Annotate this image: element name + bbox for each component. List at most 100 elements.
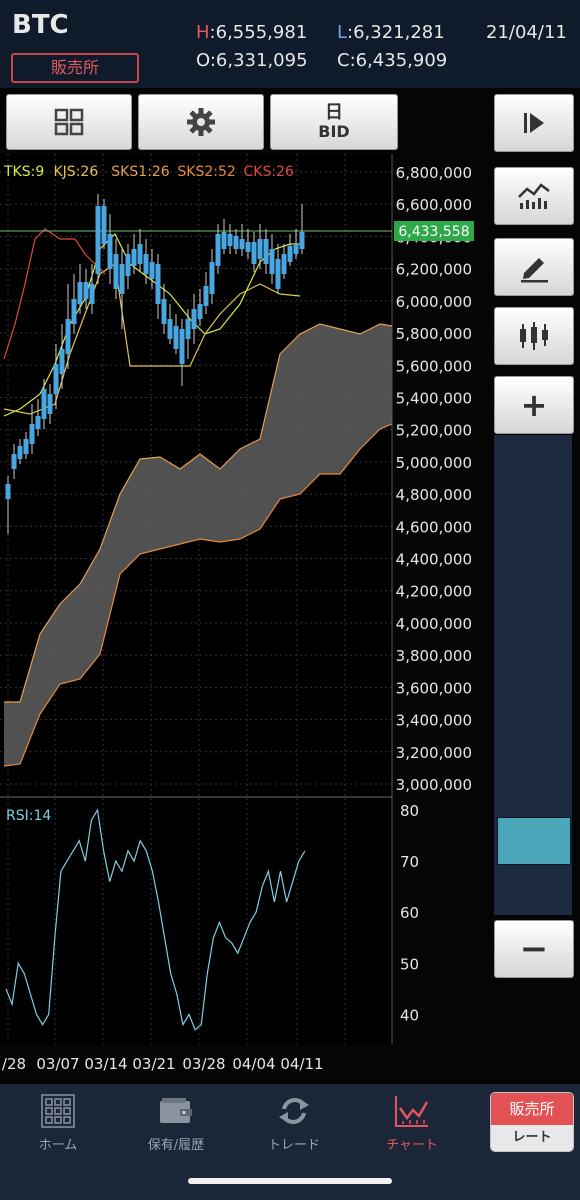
candle-body bbox=[257, 239, 263, 259]
candle-body bbox=[251, 242, 257, 264]
chart-area[interactable]: 6,800,0006,600,0006,400,0006,200,0006,00… bbox=[0, 154, 480, 1084]
period-button[interactable]: 日 BID bbox=[270, 94, 398, 150]
price-tick-label: 3,600,000 bbox=[396, 679, 472, 697]
price-tick-label: 4,400,000 bbox=[396, 551, 472, 569]
indicator-button[interactable] bbox=[494, 167, 574, 225]
nav-trade[interactable]: トレード bbox=[244, 1094, 344, 1153]
price-tick-label: 4,600,000 bbox=[396, 518, 472, 536]
side-panel: + − bbox=[486, 90, 574, 1085]
nav-chart[interactable]: チャート bbox=[362, 1094, 462, 1153]
candle-body bbox=[47, 394, 53, 414]
close-price: C:6,435,909 bbox=[337, 50, 448, 71]
candle-body bbox=[65, 319, 71, 354]
candle-body bbox=[131, 249, 137, 266]
candle-body bbox=[59, 349, 65, 374]
trade-arrows-icon bbox=[279, 1098, 309, 1124]
candle-body bbox=[95, 206, 101, 274]
candle-body bbox=[125, 254, 131, 276]
candle-body bbox=[239, 239, 245, 249]
candle-body bbox=[269, 249, 275, 274]
price-tick-label: 4,000,000 bbox=[396, 615, 472, 633]
date-tick-label: 04/11 bbox=[280, 1055, 323, 1073]
candle-body bbox=[23, 439, 29, 454]
date-label: 21/04/11 bbox=[486, 22, 567, 43]
price-tick-label: 4,200,000 bbox=[396, 583, 472, 601]
date-tick-label: 04/04 bbox=[232, 1055, 275, 1073]
candle-body bbox=[227, 234, 233, 246]
rsi-chart-bg bbox=[0, 798, 392, 1044]
gear-icon bbox=[187, 108, 215, 136]
candle-body bbox=[137, 244, 143, 264]
price-type-label: BID bbox=[318, 122, 350, 141]
price-tick-label: 5,400,000 bbox=[396, 389, 472, 407]
candle-type-button[interactable] bbox=[494, 307, 574, 365]
indicator-param-label: TKS:9 bbox=[3, 164, 44, 180]
price-tick-label: 5,000,000 bbox=[396, 454, 472, 472]
candle-body bbox=[161, 299, 167, 324]
nav-home[interactable]: ホーム bbox=[8, 1094, 108, 1153]
candle-body bbox=[293, 244, 299, 254]
price-tick-label: 6,800,000 bbox=[396, 164, 472, 182]
date-tick-label: 03/28 bbox=[182, 1055, 225, 1073]
pencil-icon bbox=[521, 258, 548, 283]
candle-body bbox=[287, 246, 293, 262]
candle-body bbox=[101, 206, 107, 244]
date-tick-label: 03/21 bbox=[132, 1055, 175, 1073]
rate-button-top: 販売所 bbox=[491, 1093, 573, 1125]
candle-body bbox=[173, 326, 179, 349]
price-tick-label: 3,200,000 bbox=[396, 744, 472, 762]
candle-body bbox=[167, 319, 173, 339]
rate-button[interactable]: 販売所 レート bbox=[490, 1092, 574, 1152]
date-tick-label: /28 bbox=[2, 1055, 26, 1073]
price-tick-label: 4,800,000 bbox=[396, 486, 472, 504]
draw-button[interactable] bbox=[494, 238, 574, 296]
chart-icon bbox=[395, 1096, 429, 1127]
zoom-slider[interactable] bbox=[494, 435, 572, 915]
indicator-param-label: KJS:26 bbox=[54, 164, 99, 180]
home-indicator bbox=[188, 1178, 392, 1184]
candle-body bbox=[107, 234, 113, 269]
candle-body bbox=[215, 234, 221, 266]
zoom-in-button[interactable]: + bbox=[494, 376, 574, 434]
candle-body bbox=[71, 299, 77, 324]
rate-button-bottom: レート bbox=[491, 1125, 573, 1151]
layout-button[interactable] bbox=[6, 94, 132, 150]
price-tick-label: 6,000,000 bbox=[396, 293, 472, 311]
candle-body bbox=[35, 416, 41, 429]
play-next-button[interactable] bbox=[494, 94, 574, 152]
market-badge[interactable]: 販売所 bbox=[11, 53, 139, 83]
price-tick-label: 6,200,000 bbox=[396, 261, 472, 279]
candle-body bbox=[11, 454, 17, 469]
price-tick-label: 3,400,000 bbox=[396, 712, 472, 730]
date-tick-label: 03/07 bbox=[36, 1055, 79, 1073]
low-label: L bbox=[337, 22, 348, 43]
nav-holdings[interactable]: 保有/履歴 bbox=[126, 1094, 226, 1153]
high-label: H bbox=[196, 22, 210, 43]
home-grid-icon bbox=[41, 1094, 75, 1128]
nav-trade-label: トレード bbox=[267, 1138, 320, 1153]
current-price-label: 6,433,558 bbox=[398, 224, 469, 240]
indicator-param-label: SKS2:52 bbox=[177, 164, 235, 180]
candle-body bbox=[77, 282, 83, 304]
candle-body bbox=[197, 304, 203, 319]
zoom-slider-thumb[interactable] bbox=[497, 817, 571, 865]
candle-body bbox=[17, 446, 23, 459]
nav-holdings-label: 保有/履歴 bbox=[147, 1138, 205, 1153]
price-tick-label: 5,200,000 bbox=[396, 422, 472, 440]
price-tick-label: 3,000,000 bbox=[396, 776, 472, 794]
candle-body bbox=[149, 262, 155, 279]
candle-body bbox=[233, 236, 239, 249]
candle-body bbox=[119, 264, 125, 294]
candle-body bbox=[29, 424, 35, 444]
price-tick-label: 5,800,000 bbox=[396, 325, 472, 343]
nav-home-label: ホーム bbox=[38, 1138, 78, 1153]
rsi-tick-label: 50 bbox=[400, 955, 419, 973]
candle-body bbox=[245, 242, 251, 252]
low-price: L:6,321,281 bbox=[337, 22, 445, 43]
candle-body bbox=[53, 364, 59, 394]
candle-body bbox=[203, 286, 209, 306]
zoom-out-button[interactable]: − bbox=[494, 920, 574, 978]
price-chart[interactable]: 6,800,0006,600,0006,400,0006,200,0006,00… bbox=[0, 154, 480, 1084]
settings-button[interactable] bbox=[138, 94, 264, 150]
header: BTC 販売所 H:6,555,981 L:6,321,281 O:6,331,… bbox=[0, 0, 580, 88]
